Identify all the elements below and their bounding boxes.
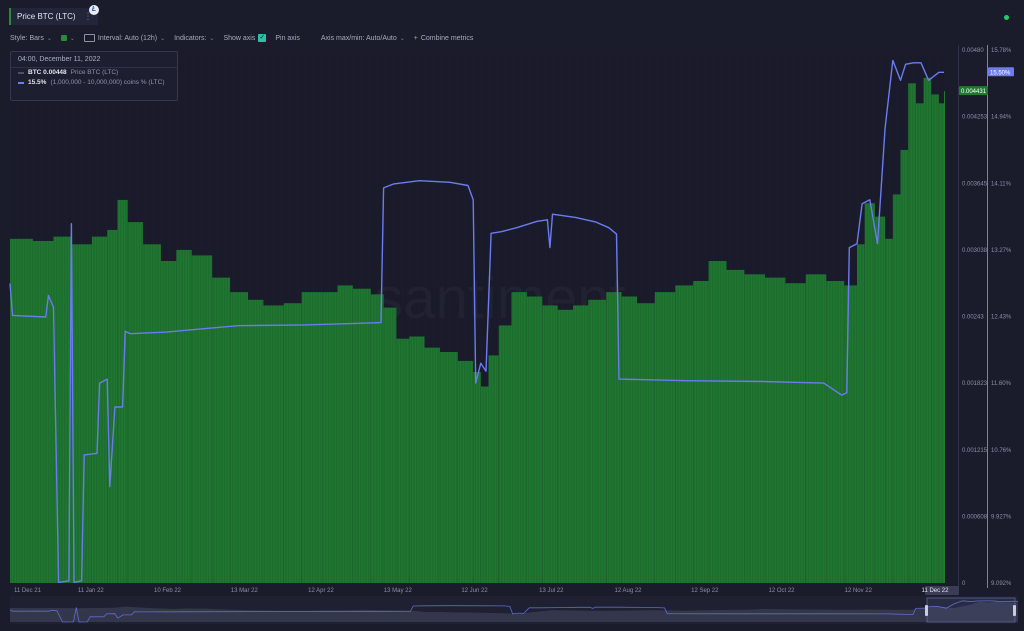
tooltip-supply-label: (1,000,000 - 10,000,000) coins % (LTC) — [50, 79, 165, 86]
supply-axis-tick-label: 13.27% — [991, 248, 1012, 254]
price-bar — [396, 338, 410, 583]
current-price-label: 0.004431 — [961, 89, 987, 95]
price-bar — [33, 241, 54, 583]
x-axis-tick-label: 11 Dec 21 — [14, 588, 42, 594]
x-axis-tick-label: 12 Oct 22 — [768, 588, 795, 594]
supply-axis-tick-label: 9.927% — [991, 514, 1012, 520]
supply-axis-tick-label: 12.43% — [991, 315, 1012, 321]
tooltip-date: 04:00, December 11, 2022 — [11, 52, 177, 68]
price-bar — [764, 277, 786, 583]
x-axis-tick-label: 13 Mar 22 — [231, 588, 259, 594]
price-bar — [301, 292, 323, 583]
x-axis-tick-label: 12 Apr 22 — [308, 588, 334, 594]
navigator-handle-left — [925, 605, 928, 616]
tooltip-row-price: BTC 0.00448 Price BTC (LTC) — [11, 68, 177, 78]
supply-axis-tick-label: 14.11% — [991, 181, 1012, 187]
price-bar — [283, 303, 302, 583]
price-bar — [693, 281, 709, 583]
price-bar — [726, 269, 745, 583]
price-axis-tick-label: 0.003038 — [962, 248, 988, 254]
price-bar — [844, 285, 857, 583]
price-bar — [370, 294, 384, 583]
navigator-handle-right — [1013, 605, 1016, 616]
price-axis-tick-label: 0.000608 — [962, 514, 988, 520]
price-bar — [498, 325, 512, 583]
x-axis-tick-label: 12 Nov 22 — [845, 588, 873, 594]
tooltip-supply-value: 15.5% — [28, 79, 47, 86]
x-axis-tick-label: 10 Feb 22 — [154, 588, 182, 594]
price-axis-tick-label: 0.003645 — [962, 181, 988, 187]
tooltip-price-value: BTC 0.00448 — [28, 69, 67, 76]
price-bar — [675, 285, 694, 583]
tooltip-price-label: Price BTC (LTC) — [70, 69, 119, 76]
tooltip-row-supply: 15.5% (1,000,000 - 10,000,000) coins % (… — [11, 78, 177, 88]
current-supply-label: 15.50% — [990, 70, 1011, 76]
supply-axis-tick-label: 15.78% — [991, 48, 1012, 54]
x-axis-tick-label: 13 Jul 22 — [539, 588, 564, 594]
x-axis-tick-label: 12 Sep 22 — [691, 588, 719, 594]
supply-marker — [18, 82, 24, 84]
price-bar — [161, 261, 177, 583]
x-axis-tick-label: 13 May 22 — [384, 588, 413, 594]
price-axis-tick-label: 0 — [962, 581, 966, 587]
data-tooltip: 04:00, December 11, 2022 BTC 0.00448 Pri… — [10, 51, 178, 101]
supply-axis-tick-label: 9.092% — [991, 581, 1012, 587]
x-axis-tick-label: 12 Jun 22 — [461, 588, 488, 594]
supply-axis-tick-label: 10.76% — [991, 448, 1012, 454]
price-axis-tick-label: 0.004253 — [962, 115, 988, 121]
price-axis-tick-label: 0.00243 — [962, 315, 984, 321]
price-bar — [439, 352, 458, 583]
price-bar — [636, 303, 655, 583]
price-bar — [805, 274, 827, 583]
navigator-preview — [9, 597, 1018, 623]
price-bar — [931, 94, 939, 584]
x-axis-tick-label: 11 Dec 22 — [922, 588, 950, 594]
price-axis-tick-label: 0.001215 — [962, 448, 988, 454]
x-axis-tick-label: 11 Jan 22 — [78, 588, 105, 594]
price-bar — [383, 307, 397, 583]
x-axis-tick-label: 12 Aug 22 — [614, 588, 642, 594]
price-marker — [18, 72, 24, 74]
price-axis-tick-label: 0.001823 — [962, 381, 988, 387]
supply-axis-tick-label: 14.94% — [991, 115, 1012, 121]
price-bar — [263, 305, 284, 583]
price-bar — [71, 244, 92, 584]
price-bar — [944, 91, 945, 583]
supply-axis-tick-label: 11.60% — [991, 381, 1012, 387]
price-axis-tick-label: 0.00480 — [962, 48, 984, 54]
navigator-selection — [926, 597, 1016, 623]
